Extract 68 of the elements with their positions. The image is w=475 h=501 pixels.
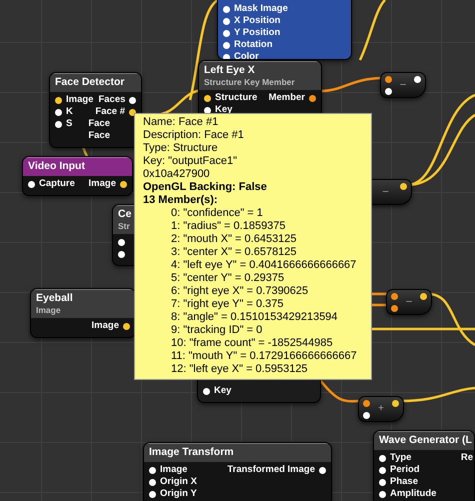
patch-node[interactable]: Mask Image X Position Y Position Rotation Color bbox=[217, 0, 352, 60]
operator-symbol: – bbox=[406, 295, 412, 309]
patch-node[interactable]: Eyeball Image Image bbox=[30, 288, 136, 338]
member-line: 6: "right eye X" = 0.7390625 bbox=[171, 285, 308, 298]
tooltip-line: 13 Member(s): bbox=[143, 194, 218, 207]
node-title: Face Detector bbox=[55, 76, 126, 89]
operator-node[interactable]: – bbox=[380, 72, 426, 98]
port-label: Origin Y bbox=[160, 488, 197, 500]
patch-node[interactable]: Wave Generator (L Type Re Period Phase Amplitude bbox=[373, 430, 475, 501]
operator-symbol: – bbox=[382, 185, 388, 199]
port-label: Origin X bbox=[160, 476, 197, 488]
port-label: Mask Image bbox=[234, 3, 288, 15]
patch-node[interactable]: Video Input Capture Image bbox=[22, 156, 133, 196]
port-label: S bbox=[66, 118, 72, 130]
member-line: 0: "confidence" = 1 bbox=[171, 207, 263, 220]
patch-node[interactable]: Face Detector Image Faces K Face # S Face Face bbox=[49, 72, 142, 148]
tooltip-line: 0x10a427900 bbox=[143, 168, 210, 181]
member-line: 4: "left eye Y" = 0.4041666666666667 bbox=[171, 259, 356, 272]
tooltip-line: Type: Structure bbox=[143, 142, 218, 155]
port-label: Image bbox=[160, 464, 188, 476]
port-label: Transformed Image bbox=[227, 464, 315, 476]
operator-node[interactable]: + bbox=[358, 396, 404, 422]
operator-node[interactable]: – bbox=[386, 289, 432, 315]
port-label: Face # bbox=[95, 106, 125, 118]
port-label: Re bbox=[460, 452, 473, 464]
port-label: Color bbox=[234, 51, 259, 59]
port-label: Image bbox=[66, 94, 94, 106]
node-title: Eyeball bbox=[36, 292, 74, 305]
node-subtitle: Image bbox=[36, 305, 62, 315]
port-label: Amplitude bbox=[390, 488, 436, 500]
tooltip-line: Description: Face #1 bbox=[143, 129, 244, 142]
port-label: Period bbox=[390, 464, 420, 476]
operator-symbol: – bbox=[400, 78, 406, 92]
port-label: Y Position bbox=[234, 27, 280, 39]
member-line: 1: "radius" = 0.1859375 bbox=[171, 220, 286, 233]
member-line: 8: "angle" = 0.1510153429213594 bbox=[171, 311, 338, 324]
port-label: Image bbox=[92, 320, 119, 332]
port-label: Face bbox=[88, 130, 110, 142]
tooltip-line: OpenGL Backing: False bbox=[143, 181, 267, 194]
port-label: Faces bbox=[98, 94, 126, 106]
port-label: Key bbox=[215, 104, 232, 116]
member-line: 11: "mouth Y" = 0.1729166666666667 bbox=[171, 350, 357, 363]
node-title: Image Transform bbox=[149, 446, 235, 459]
port-label: Rotation bbox=[234, 39, 273, 51]
member-line: 10: "frame count" = -1852544985 bbox=[171, 337, 333, 350]
member-line: 5: "center Y" = 0.29375 bbox=[171, 272, 284, 285]
port-label: Capture bbox=[39, 178, 75, 190]
member-line: 7: "right eye Y" = 0.375 bbox=[171, 298, 284, 311]
port-label: Structure bbox=[215, 92, 258, 104]
member-line: 9: "tracking ID" = 0 bbox=[171, 324, 262, 337]
node-subtitle: Str bbox=[118, 221, 131, 231]
port-label: Image bbox=[88, 178, 116, 190]
patch-node[interactable]: Image Transform Image Transformed Image Origin X Origin Y bbox=[143, 442, 332, 501]
port-label: Key bbox=[214, 385, 232, 397]
port-label: Face bbox=[88, 118, 110, 130]
port-label: X Position bbox=[234, 15, 280, 27]
port-label: K bbox=[66, 106, 73, 118]
member-line: 3: "center X" = 0.6578125 bbox=[171, 246, 297, 259]
tooltip-line: Key: "outputFace1" bbox=[143, 155, 238, 168]
member-line: 2: "mouth X" = 0.6453125 bbox=[171, 233, 297, 246]
node-subtitle: Structure Key Member bbox=[204, 77, 296, 87]
operator-symbol: + bbox=[378, 402, 384, 416]
node-title: Ce bbox=[118, 208, 132, 221]
port-label: Phase bbox=[390, 476, 418, 488]
port-label: Member bbox=[268, 92, 305, 104]
port-label: Type bbox=[390, 452, 412, 464]
node-title: Video Input bbox=[28, 160, 86, 173]
node-title: Left Eye X bbox=[204, 64, 256, 77]
